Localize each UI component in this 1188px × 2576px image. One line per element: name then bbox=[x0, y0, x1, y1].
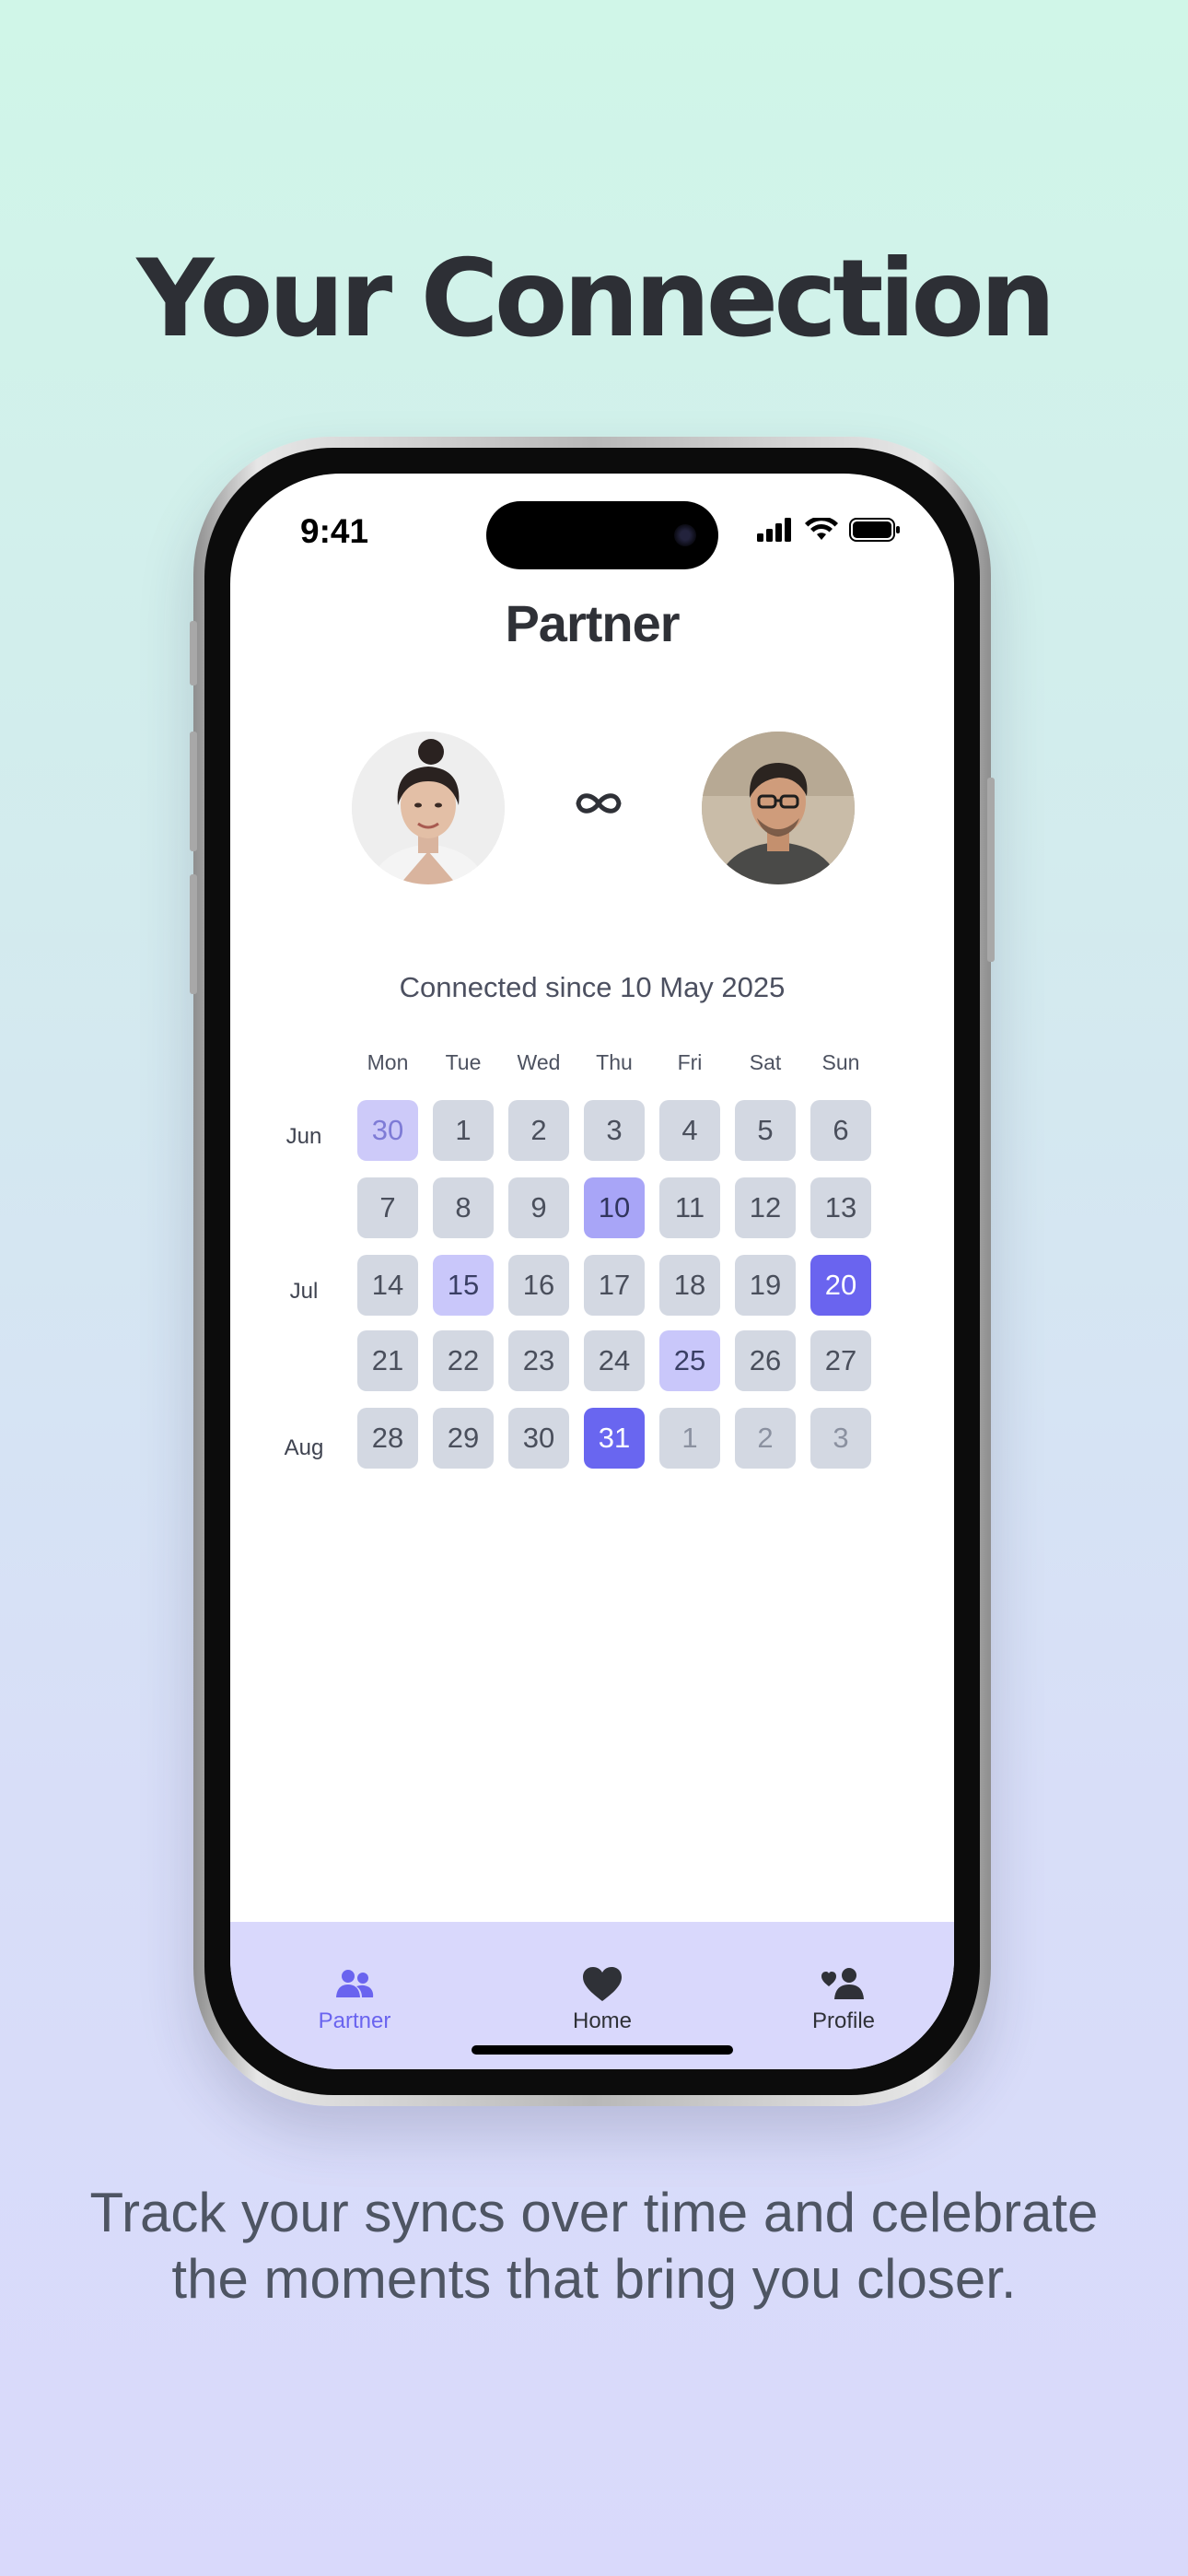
screen-title: Partner bbox=[505, 594, 680, 652]
calendar-day[interactable]: 5 bbox=[735, 1100, 796, 1161]
wifi-icon bbox=[805, 518, 838, 540]
calendar-day-synced[interactable]: 25 bbox=[659, 1330, 720, 1391]
calendar-day[interactable]: 28 bbox=[357, 1408, 418, 1469]
caption-line-2: the moments that bring you closer. bbox=[171, 2248, 1017, 2310]
partner-avatar-right[interactable] bbox=[702, 732, 855, 884]
side-button bbox=[987, 778, 995, 962]
calendar-day-next-month[interactable]: 3 bbox=[810, 1408, 871, 1469]
heart-icon bbox=[583, 1967, 622, 2001]
cellular-signal-icon bbox=[757, 518, 791, 542]
calendar-day[interactable]: 22 bbox=[433, 1330, 494, 1391]
calendar-day[interactable]: 1 bbox=[433, 1100, 494, 1161]
day-header-tue: Tue bbox=[445, 1050, 482, 1074]
camera-icon bbox=[674, 524, 696, 546]
day-header-mon: Mon bbox=[367, 1050, 409, 1074]
calendar-day[interactable]: 27 bbox=[810, 1330, 871, 1391]
calendar-day[interactable]: 12 bbox=[735, 1177, 796, 1238]
tab-partner-label: Partner bbox=[318, 2008, 391, 2033]
connected-since-text: Connected since 10 May 2025 bbox=[399, 971, 786, 1003]
volume-up-button bbox=[190, 732, 197, 851]
calendar-day[interactable]: 30 bbox=[357, 1100, 418, 1161]
day-header-sun: Sun bbox=[821, 1050, 860, 1074]
partner-avatar-left[interactable] bbox=[352, 732, 505, 884]
tab-partner[interactable]: Partner bbox=[281, 1964, 428, 2034]
calendar-day[interactable]: 8 bbox=[433, 1177, 494, 1238]
calendar-day[interactable]: 30 bbox=[508, 1408, 569, 1469]
calendar-day[interactable]: 14 bbox=[357, 1255, 418, 1316]
infinity-link-icon bbox=[576, 793, 622, 814]
calendar-day[interactable]: 21 bbox=[357, 1330, 418, 1391]
caption-line-1: Track your syncs over time and celebrate bbox=[89, 2182, 1099, 2243]
caption: Track your syncs over time and celebrate… bbox=[0, 2180, 1188, 2313]
volume-down-button bbox=[190, 874, 197, 994]
status-time: 9:41 bbox=[300, 512, 369, 550]
tab-home-label: Home bbox=[572, 2008, 633, 2033]
calendar-day[interactable]: 7 bbox=[357, 1177, 418, 1238]
calendar-day[interactable]: 2 bbox=[508, 1100, 569, 1161]
status-icons bbox=[757, 516, 901, 544]
calendar-day[interactable]: 26 bbox=[735, 1330, 796, 1391]
calendar-day-synced[interactable]: 31 bbox=[584, 1408, 645, 1469]
bezel: 9:41 Partner Connected since 10 May 2025… bbox=[204, 448, 980, 2095]
calendar-day[interactable]: 11 bbox=[659, 1177, 720, 1238]
calendar-day-synced[interactable]: 20 bbox=[810, 1255, 871, 1316]
people-icon bbox=[336, 1970, 374, 1997]
calendar-day[interactable]: 9 bbox=[508, 1177, 569, 1238]
action-button bbox=[190, 621, 197, 685]
dynamic-island bbox=[486, 501, 718, 569]
phone-screen: 9:41 Partner Connected since 10 May 2025… bbox=[230, 474, 954, 2069]
calendar-day[interactable]: 4 bbox=[659, 1100, 720, 1161]
calendar-day[interactable]: 6 bbox=[810, 1100, 871, 1161]
day-header-fri: Fri bbox=[677, 1050, 703, 1074]
calendar-day-next-month[interactable]: 1 bbox=[659, 1408, 720, 1469]
phone-mockup: 9:41 Partner Connected since 10 May 2025… bbox=[190, 437, 995, 2106]
calendar-day[interactable]: 3 bbox=[584, 1100, 645, 1161]
man-portrait-icon bbox=[702, 732, 855, 884]
calendar-day-synced[interactable]: 15 bbox=[433, 1255, 494, 1316]
battery-icon bbox=[849, 518, 900, 542]
calendar-day-synced[interactable]: 10 bbox=[584, 1177, 645, 1238]
calendar-day[interactable]: 18 bbox=[659, 1255, 720, 1316]
month-label-aug: Aug bbox=[284, 1435, 324, 1460]
day-header-wed: Wed bbox=[517, 1050, 561, 1074]
tab-profile[interactable]: Profile bbox=[770, 1964, 917, 2034]
woman-portrait-icon bbox=[352, 732, 505, 884]
month-label-jun: Jun bbox=[285, 1124, 322, 1149]
calendar-day[interactable]: 13 bbox=[810, 1177, 871, 1238]
calendar-day[interactable]: 19 bbox=[735, 1255, 796, 1316]
calendar-day[interactable]: 29 bbox=[433, 1408, 494, 1469]
month-label-jul: Jul bbox=[289, 1279, 319, 1304]
headline: Your Connection bbox=[136, 237, 1055, 361]
calendar-day[interactable]: 17 bbox=[584, 1255, 645, 1316]
calendar-day-next-month[interactable]: 2 bbox=[735, 1408, 796, 1469]
tab-profile-label: Profile bbox=[811, 2008, 876, 2033]
calendar-day[interactable]: 23 bbox=[508, 1330, 569, 1391]
tab-bar: Partner Home Profile bbox=[230, 1922, 954, 2069]
calendar-day[interactable]: 24 bbox=[584, 1330, 645, 1391]
person-heart-icon bbox=[821, 1968, 864, 1999]
home-indicator bbox=[472, 2045, 733, 2055]
tab-home[interactable]: Home bbox=[529, 1964, 676, 2034]
day-header-sat: Sat bbox=[749, 1050, 782, 1074]
calendar-day[interactable]: 16 bbox=[508, 1255, 569, 1316]
day-header-thu: Thu bbox=[596, 1050, 633, 1074]
